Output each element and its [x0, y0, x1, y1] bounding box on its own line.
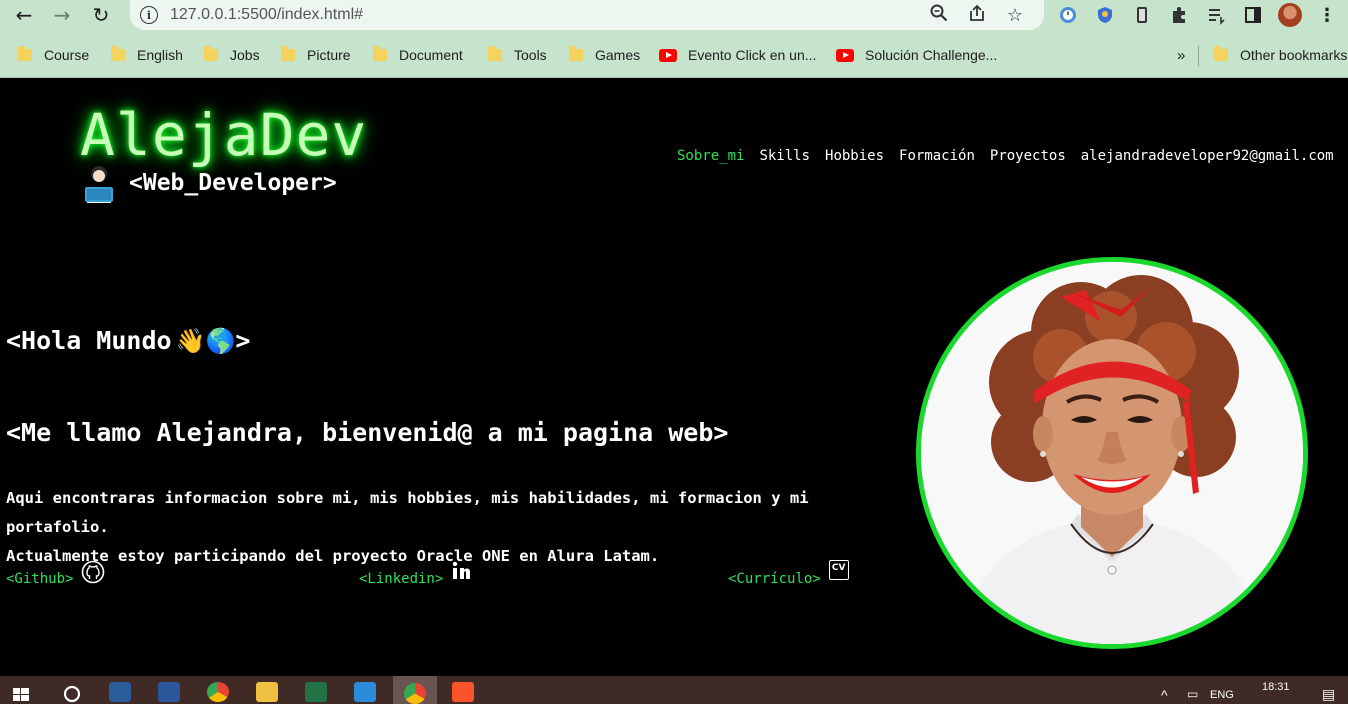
- brave-icon[interactable]: [452, 682, 474, 702]
- windows-start-icon[interactable]: [11, 682, 33, 702]
- app-database-icon[interactable]: [109, 682, 131, 702]
- folder-icon: [488, 46, 502, 61]
- bookmark-solucion-challenge[interactable]: Solución Challenge...: [836, 45, 997, 65]
- folder-icon: [204, 46, 218, 61]
- share-icon[interactable]: [966, 4, 988, 27]
- extension-clock-icon[interactable]: [1056, 3, 1080, 27]
- tray-chevron-icon[interactable]: ^: [1161, 687, 1168, 703]
- bookmarks-divider: [1198, 46, 1199, 66]
- bookmark-english[interactable]: English: [111, 45, 183, 65]
- greeting-heading: <Hola Mundo 👋🌎 >: [6, 326, 251, 355]
- windows-taskbar: ^ ▭ ENG 18:31 ▤: [0, 676, 1348, 704]
- developer-emoji-icon: [79, 163, 119, 203]
- folder-icon: [1214, 46, 1228, 61]
- web-page: AlejaDev <Web_Developer> Sobre_mi Skills…: [0, 79, 1348, 676]
- profile-avatar[interactable]: [1278, 3, 1302, 27]
- other-bookmarks[interactable]: Other bookmarks: [1214, 45, 1347, 65]
- bookmark-document[interactable]: Document: [373, 45, 463, 65]
- site-tagline: <Web_Developer>: [79, 163, 337, 203]
- search-icon[interactable]: [61, 682, 83, 703]
- nav-skills[interactable]: Skills: [759, 148, 810, 164]
- chrome-icon: [404, 683, 426, 704]
- site-logo[interactable]: AlejaDev: [80, 101, 367, 169]
- folder-icon: [281, 46, 295, 61]
- bookmark-picture[interactable]: Picture: [281, 45, 351, 65]
- chrome-icon[interactable]: [207, 682, 229, 702]
- bookmark-evento-click[interactable]: Evento Click en un...: [659, 45, 816, 65]
- github-icon[interactable]: [81, 560, 105, 588]
- vscode-icon[interactable]: [354, 682, 376, 702]
- bookmarks-overflow-button[interactable]: »: [1177, 45, 1185, 65]
- linkedin-link-group: <Linkedin>: [359, 560, 473, 587]
- address-bar[interactable]: i 127.0.0.1:5500/index.html# ☆: [130, 0, 1044, 30]
- folder-icon: [111, 46, 125, 61]
- site-info-icon[interactable]: i: [140, 6, 158, 24]
- curriculo-link-group: <Currículo> CV: [728, 560, 849, 587]
- extensions-puzzle-icon[interactable]: [1167, 3, 1191, 27]
- bookmark-jobs[interactable]: Jobs: [204, 45, 260, 65]
- taskbar-active-app[interactable]: [393, 676, 437, 704]
- cv-icon[interactable]: CV: [828, 560, 849, 580]
- folder-icon: [373, 46, 387, 61]
- github-link[interactable]: <Github>: [6, 571, 73, 587]
- extension-shield-icon[interactable]: [1093, 3, 1117, 27]
- youtube-icon: [836, 48, 854, 62]
- bookmark-course[interactable]: Course: [18, 45, 89, 65]
- main-nav: Sobre_mi Skills Hobbies Formación Proyec…: [677, 148, 1334, 164]
- reading-list-icon[interactable]: [1204, 3, 1228, 27]
- linkedin-icon[interactable]: [451, 560, 473, 586]
- welcome-heading: <Me llamo Alejandra, bienvenid@ a mi pag…: [6, 418, 729, 447]
- url-text[interactable]: 127.0.0.1:5500/index.html#: [170, 6, 363, 24]
- greeting-emojis: 👋🌎: [175, 326, 236, 355]
- folder-icon: [18, 46, 32, 61]
- profile-photo: [916, 257, 1308, 649]
- bookmark-games[interactable]: Games: [569, 45, 640, 65]
- file-explorer-icon[interactable]: [256, 682, 278, 702]
- linkedin-link[interactable]: <Linkedin>: [359, 571, 443, 587]
- nav-sobre-mi[interactable]: Sobre_mi: [677, 148, 744, 164]
- intro-line-1: Aqui encontraras informacion sobre mi, m…: [6, 489, 809, 536]
- browser-toolbar: ← → ↻ i 127.0.0.1:5500/index.html# ☆ ⋮: [0, 0, 1348, 30]
- bookmark-tools[interactable]: Tools: [488, 45, 547, 65]
- word-icon[interactable]: [158, 682, 180, 702]
- notification-icon[interactable]: ▤: [1322, 686, 1335, 703]
- extension-phone-icon[interactable]: [1130, 3, 1154, 27]
- side-panel-icon[interactable]: [1241, 3, 1265, 27]
- curriculo-link[interactable]: <Currículo>: [728, 571, 821, 587]
- language-indicator[interactable]: ENG: [1210, 689, 1234, 701]
- bookmarks-bar: Course English Jobs Picture Document Too…: [0, 30, 1348, 78]
- nav-proyectos[interactable]: Proyectos: [990, 148, 1066, 164]
- forward-arrow-icon[interactable]: →: [47, 0, 77, 30]
- folder-icon: [569, 46, 583, 61]
- bookmark-star-icon[interactable]: ☆: [1004, 5, 1026, 26]
- nav-email[interactable]: alejandradeveloper92@gmail.com: [1081, 148, 1334, 164]
- youtube-icon: [659, 48, 677, 62]
- menu-kebab-icon[interactable]: ⋮: [1315, 3, 1339, 27]
- reload-icon[interactable]: ↻: [86, 0, 116, 30]
- excel-icon[interactable]: [305, 682, 327, 702]
- nav-formacion[interactable]: Formación: [899, 148, 975, 164]
- tray-device-icon[interactable]: ▭: [1187, 687, 1198, 701]
- nav-hobbies[interactable]: Hobbies: [825, 148, 884, 164]
- clock[interactable]: 18:31: [1262, 681, 1290, 693]
- zoom-icon[interactable]: [928, 4, 950, 27]
- github-link-group: <Github>: [6, 560, 105, 588]
- back-arrow-icon[interactable]: ←: [9, 0, 39, 30]
- intro-description: Aqui encontraras informacion sobre mi, m…: [6, 484, 906, 571]
